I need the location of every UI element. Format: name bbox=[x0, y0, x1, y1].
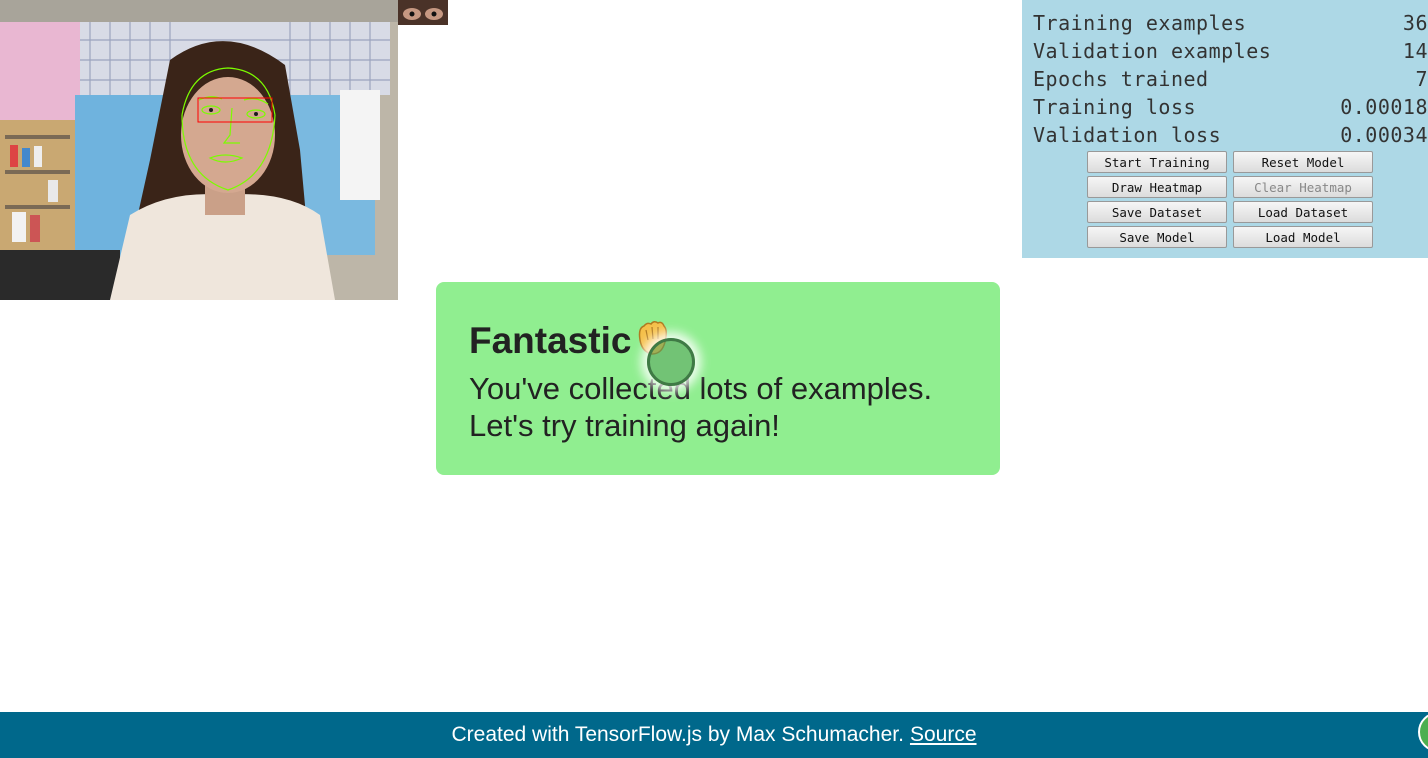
save-model-button[interactable]: Save Model bbox=[1087, 226, 1227, 248]
eyes-crop-preview bbox=[398, 0, 448, 25]
stat-validation-examples: Validation examples 14 bbox=[1033, 37, 1428, 65]
footer-text: Created with TensorFlow.js by Max Schuma… bbox=[451, 723, 904, 746]
stat-label: Epochs trained bbox=[1033, 67, 1209, 91]
source-link[interactable]: Source bbox=[910, 723, 977, 747]
message-line-1: You've collected lots of examples. bbox=[469, 371, 933, 406]
stat-label: Training examples bbox=[1033, 11, 1247, 35]
stat-label: Validation examples bbox=[1033, 39, 1272, 63]
webcam-video bbox=[0, 0, 398, 300]
stat-value: 0.00018 bbox=[1340, 95, 1428, 119]
start-training-button[interactable]: Start Training bbox=[1087, 151, 1227, 173]
stat-training-examples: Training examples 36 bbox=[1033, 9, 1428, 37]
stat-value: 7 bbox=[1415, 67, 1428, 91]
reset-model-button[interactable]: Reset Model bbox=[1233, 151, 1373, 173]
stat-label: Training loss bbox=[1033, 95, 1197, 119]
stat-epochs-trained: Epochs trained 7 bbox=[1033, 65, 1428, 93]
webcam-scene-image bbox=[0, 0, 398, 300]
training-stats: Training examples 36 Validation examples… bbox=[1033, 9, 1428, 149]
training-info-panel: Training examples 36 Validation examples… bbox=[1022, 0, 1428, 258]
clear-heatmap-button: Clear Heatmap bbox=[1233, 176, 1373, 198]
save-dataset-button[interactable]: Save Dataset bbox=[1087, 201, 1227, 223]
gaze-target-circle bbox=[647, 338, 695, 386]
stat-value: 36 bbox=[1402, 11, 1428, 35]
load-model-button[interactable]: Load Model bbox=[1233, 226, 1373, 248]
stat-label: Validation loss bbox=[1033, 123, 1222, 147]
load-dataset-button[interactable]: Load Dataset bbox=[1233, 201, 1373, 223]
footer: Created with TensorFlow.js by Max Schuma… bbox=[0, 712, 1428, 758]
draw-heatmap-button[interactable]: Draw Heatmap bbox=[1087, 176, 1227, 198]
stat-training-loss: Training loss 0.00018 bbox=[1033, 93, 1428, 121]
stat-value: 0.00034 bbox=[1340, 123, 1428, 147]
message-card: Fantastic You've collected lots of examp… bbox=[436, 282, 1000, 475]
stat-value: 14 bbox=[1402, 39, 1428, 63]
control-buttons: Start Training Reset Model Draw Heatmap … bbox=[1087, 151, 1373, 248]
message-title: Fantastic bbox=[469, 320, 632, 361]
message-line-2: Let's try training again! bbox=[469, 408, 780, 443]
stat-validation-loss: Validation loss 0.00034 bbox=[1033, 121, 1428, 149]
message-body: You've collected lots of examples. Let's… bbox=[469, 370, 989, 444]
